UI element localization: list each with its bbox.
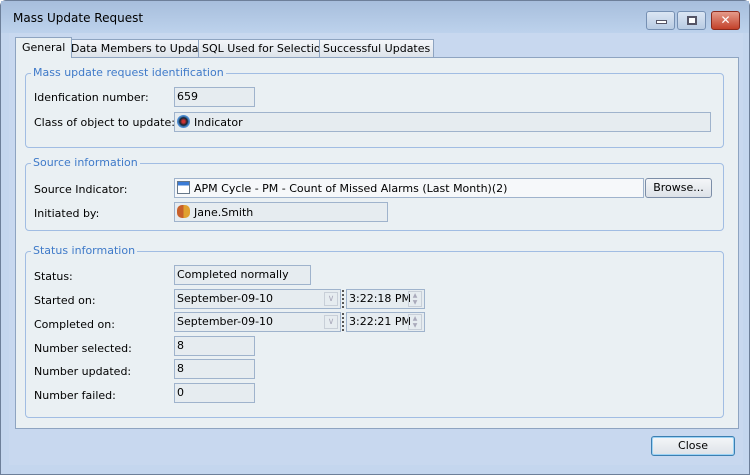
updated-field[interactable]: 8 xyxy=(174,359,255,379)
failed-label: Number failed: xyxy=(34,389,116,402)
chevron-down-icon[interactable]: ∨ xyxy=(324,292,338,306)
spinner-icon[interactable]: ▲ ▼ xyxy=(408,291,422,307)
group-title: Status information xyxy=(31,244,138,257)
status-field[interactable]: Completed normally xyxy=(174,265,311,285)
failed-field[interactable]: 0 xyxy=(174,383,255,403)
group-title: Source information xyxy=(31,156,140,169)
source-indicator-value: APM Cycle - PM - Count of Missed Alarms … xyxy=(194,182,508,195)
started-label: Started on: xyxy=(34,294,96,307)
class-label: Class of object to update: xyxy=(34,116,175,129)
close-window-button[interactable]: ✕ xyxy=(711,11,740,30)
status-label: Status: xyxy=(34,270,73,283)
completed-time-field[interactable]: 3:22:21 PM ▲ ▼ xyxy=(346,312,425,332)
completed-date: September-09-10 xyxy=(177,315,274,328)
status-group: Status information Status: Completed nor… xyxy=(25,244,724,418)
identification-group: Mass update request identification Idenf… xyxy=(25,66,724,148)
class-value: Indicator xyxy=(194,116,243,129)
updated-label: Number updated: xyxy=(34,365,132,378)
separator xyxy=(342,313,344,331)
source-indicator-field[interactable]: APM Cycle - PM - Count of Missed Alarms … xyxy=(174,178,644,198)
source-group: Source information Source Indicator: APM… xyxy=(25,156,724,231)
chart-icon xyxy=(177,181,190,194)
initiated-label: Initiated by: xyxy=(34,207,100,220)
completed-time: 3:22:21 PM xyxy=(349,315,412,328)
chevron-down-icon[interactable]: ∨ xyxy=(324,315,338,329)
spinner-icon[interactable]: ▲ ▼ xyxy=(408,314,422,330)
browse-button[interactable]: Browse... xyxy=(645,178,712,198)
window-title: Mass Update Request xyxy=(13,11,144,25)
initiated-value: Jane.Smith xyxy=(194,206,254,219)
selected-field[interactable]: 8 xyxy=(174,336,255,356)
completed-date-picker[interactable]: September-09-10 ∨ xyxy=(174,312,341,332)
tab-successful-updates[interactable]: Successful Updates xyxy=(319,39,435,57)
class-field[interactable]: Indicator xyxy=(174,112,711,132)
minimize-icon xyxy=(656,20,667,24)
title-bar[interactable]: Mass Update Request ✕ xyxy=(1,1,749,33)
mass-update-window: Mass Update Request ✕ General Data Membe… xyxy=(0,0,750,475)
general-panel: Mass update request identification Idenf… xyxy=(15,57,739,429)
tab-general[interactable]: General xyxy=(15,37,73,58)
source-indicator-label: Source Indicator: xyxy=(34,183,128,196)
close-button[interactable]: Close xyxy=(651,436,735,456)
started-date-picker[interactable]: September-09-10 ∨ xyxy=(174,289,341,309)
users-icon xyxy=(177,205,190,218)
started-date: September-09-10 xyxy=(177,292,274,305)
maximize-button[interactable] xyxy=(677,11,706,30)
indicator-icon xyxy=(177,115,190,128)
close-icon: ✕ xyxy=(720,13,731,27)
tab-data-members[interactable]: Data Members to Update xyxy=(67,39,214,57)
tab-sql[interactable]: SQL Used for Selection xyxy=(198,39,332,57)
started-time: 3:22:18 PM xyxy=(349,292,412,305)
started-time-field[interactable]: 3:22:18 PM ▲ ▼ xyxy=(346,289,425,309)
completed-label: Completed on: xyxy=(34,318,115,331)
selected-label: Number selected: xyxy=(34,342,132,355)
group-title: Mass update request identification xyxy=(31,66,226,79)
id-label: Idenfication number: xyxy=(34,91,149,104)
dialog-body: General Data Members to Update SQL Used … xyxy=(9,33,743,465)
initiated-field[interactable]: Jane.Smith xyxy=(174,202,388,222)
id-field[interactable]: 659 xyxy=(174,87,255,107)
restore-icon xyxy=(687,16,697,25)
minimize-button[interactable] xyxy=(646,11,675,30)
separator xyxy=(342,290,344,308)
